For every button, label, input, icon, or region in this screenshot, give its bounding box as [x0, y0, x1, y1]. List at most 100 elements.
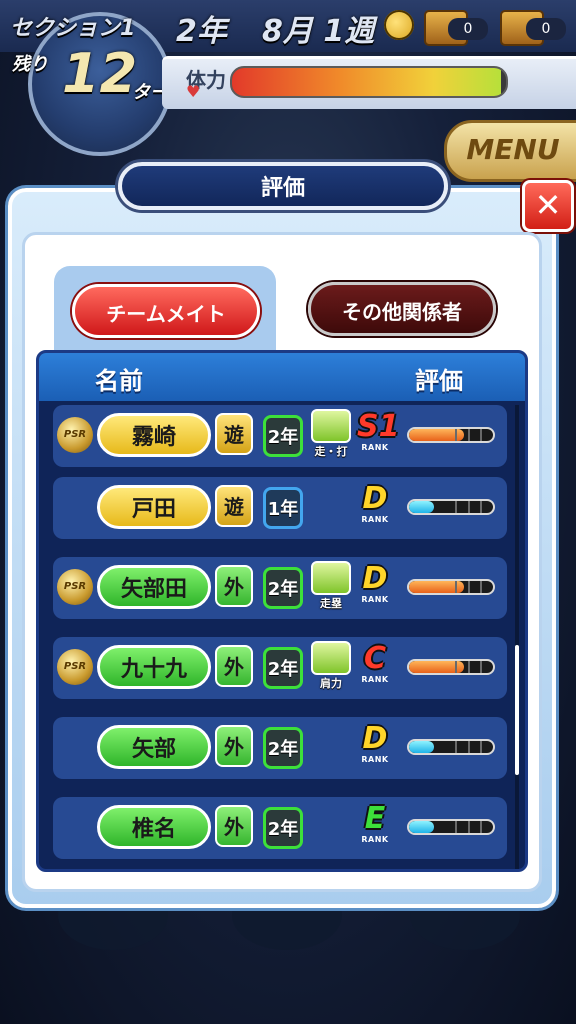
remaining-turns: 12: [62, 42, 138, 105]
tab-teammates[interactable]: チームメイト: [72, 284, 260, 338]
player-row[interactable]: PSR 九十九外 2年肩力 C RANK: [53, 637, 507, 699]
rank-badge: S1 RANK: [357, 409, 400, 459]
skill-badge: 走・打: [309, 409, 353, 463]
menu-button[interactable]: MENU: [444, 120, 576, 182]
rank-letter: D: [362, 481, 388, 516]
chest-count-2: 0: [526, 18, 566, 40]
rating-bar-segment: [480, 581, 483, 593]
rating-bar-segment: [467, 821, 470, 833]
player-name: 矢部田: [97, 565, 211, 609]
year-label: 2年: [176, 14, 227, 49]
player-row[interactable]: PSR 霧崎遊 2年 走・打 S1 RANK: [53, 405, 507, 467]
stamina-bar: [230, 66, 508, 98]
rank-badge: D RANK: [357, 563, 393, 611]
rank-sub-label: RANK: [361, 443, 389, 452]
grade-badge: 2年: [263, 415, 303, 457]
heart-icon: ♥: [186, 82, 201, 101]
rank-letter: E: [364, 801, 386, 836]
rating-bar-segment: [467, 501, 470, 513]
scrollbar-thumb[interactable]: [515, 645, 519, 775]
stamina-fill: [232, 68, 501, 96]
grade-badge: 1年: [263, 487, 303, 529]
rating-bar-segment: [480, 501, 483, 513]
player-row[interactable]: 戸田遊 1年 D RANK: [53, 477, 507, 539]
rank-sub-label: RANK: [361, 835, 389, 844]
rating-column-header: 評価: [415, 367, 463, 395]
skill-label: 走・打: [314, 445, 348, 458]
rating-bar-segment: [455, 741, 458, 753]
rank-badge: D RANK: [357, 723, 393, 771]
psr-medal-icon: PSR: [57, 569, 93, 605]
grade-badge: 2年: [263, 567, 303, 609]
rank-letter: C: [363, 641, 387, 676]
rating-bar-segment: [467, 661, 470, 673]
skill-icon: [311, 561, 351, 595]
rating-bar-segment: [455, 661, 458, 673]
player-name: 九十九: [97, 645, 211, 689]
player-name: 椎名: [97, 805, 211, 849]
position-badge: 外: [215, 725, 253, 767]
rating-bar-fill: [409, 501, 435, 513]
rating-bar-segment: [455, 581, 458, 593]
rating-bar-segment: [455, 821, 458, 833]
rating-bar-segment: [455, 501, 458, 513]
rating-bar: [407, 739, 495, 755]
rating-bar-fill: [409, 741, 435, 753]
rating-bar: [407, 427, 495, 443]
player-row[interactable]: 椎名外 2年 E RANK: [53, 797, 507, 859]
remaining-label: 残り: [12, 54, 48, 75]
skill-badge: 肩力: [309, 641, 353, 695]
position-badge: 外: [215, 645, 253, 687]
rating-bar-segment: [455, 429, 458, 441]
rating-bar: [407, 659, 495, 675]
psr-medal-icon: PSR: [57, 417, 93, 453]
rating-bar-segment: [480, 429, 483, 441]
time-of-day-icon: [384, 10, 414, 40]
rank-badge: E RANK: [357, 803, 393, 851]
rating-bar-segment: [480, 661, 483, 673]
rating-bar: [407, 499, 495, 515]
grade-badge: 2年: [263, 647, 303, 689]
rank-sub-label: RANK: [361, 755, 389, 764]
rank-sub-label: RANK: [361, 595, 389, 604]
list-header: 名前 評価: [39, 353, 525, 401]
player-name: 矢部: [97, 725, 211, 769]
rank-letter: S1: [357, 409, 400, 444]
skill-label: 走塁: [320, 597, 342, 610]
player-list[interactable]: 名前 評価 PSR 霧崎遊 2年 走・打 S1 RANK 戸田遊 1年 D RANK PSR 矢部田外…: [36, 350, 528, 872]
skill-icon: [311, 409, 351, 443]
rank-sub-label: RANK: [361, 515, 389, 524]
rating-bar: [407, 819, 495, 835]
player-row-content: 戸田遊 1年 D RANK: [53, 477, 507, 539]
scrollbar[interactable]: [515, 405, 519, 869]
rating-bar-segment: [467, 429, 470, 441]
week-label: 8月 1週: [262, 14, 375, 49]
dialog-title: 評価: [118, 162, 448, 210]
name-column-header: 名前: [95, 367, 143, 395]
player-row[interactable]: 矢部外 2年 D RANK: [53, 717, 507, 779]
tab-others[interactable]: その他関係者: [308, 282, 496, 336]
position-badge: 遊: [215, 413, 253, 455]
position-badge: 外: [215, 565, 253, 607]
rating-bar-segment: [467, 581, 470, 593]
player-row-content: PSR 矢部田外 2年走塁 D RANK: [53, 557, 507, 619]
skill-label: 肩力: [320, 677, 342, 690]
player-name: 戸田: [97, 485, 211, 529]
player-row-content: 矢部外 2年 D RANK: [53, 717, 507, 779]
player-row[interactable]: PSR 矢部田外 2年走塁 D RANK: [53, 557, 507, 619]
grade-badge: 2年: [263, 727, 303, 769]
rank-sub-label: RANK: [361, 675, 389, 684]
grade-badge: 2年: [263, 807, 303, 849]
close-button[interactable]: ✕: [522, 180, 574, 232]
rating-bar-segment: [467, 741, 470, 753]
psr-medal-icon: PSR: [57, 649, 93, 685]
skill-icon: [311, 641, 351, 675]
section-label: セクション1: [10, 16, 136, 41]
player-row-content: PSR 九十九外 2年肩力 C RANK: [53, 637, 507, 699]
rank-letter: D: [362, 721, 388, 756]
rating-bar-fill: [409, 821, 435, 833]
position-badge: 遊: [215, 485, 253, 527]
player-row-content: PSR 霧崎遊 2年 走・打 S1 RANK: [53, 405, 507, 467]
position-badge: 外: [215, 805, 253, 847]
chest-count-1: 0: [448, 18, 488, 40]
